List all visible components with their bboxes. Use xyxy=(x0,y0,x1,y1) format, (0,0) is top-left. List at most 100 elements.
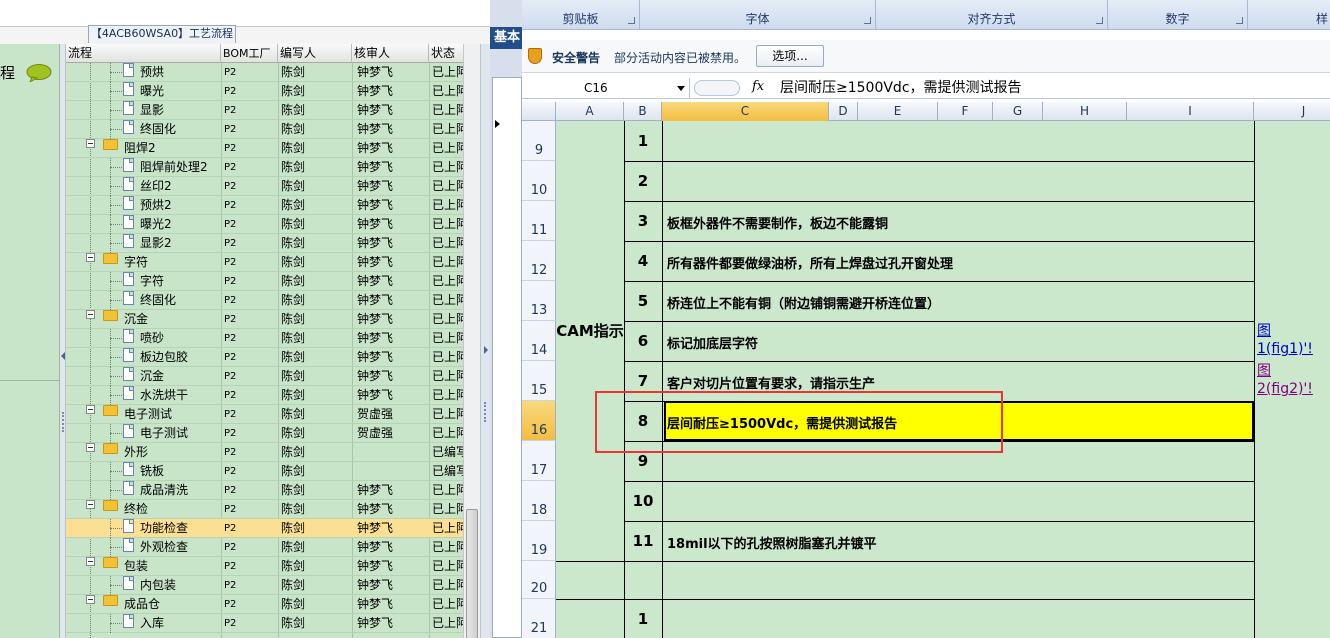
scrollbar-thumb[interactable] xyxy=(466,509,478,638)
spreadsheet-grid[interactable]: CAM指示 9 1 10 2 11 3 板框外器件不需要制作，板边不能露铜 12 4 所有器件都要… xyxy=(522,121,1330,638)
basic-tab[interactable]: 基本 xyxy=(490,27,522,49)
chevron-down-icon[interactable] xyxy=(677,86,685,91)
tree-row[interactable]: 喷砂 P2 陈剑 钟梦飞 已上阿 xyxy=(66,329,463,348)
ribbon-group-styles[interactable]: 样 xyxy=(1248,0,1330,30)
col-header-status[interactable]: 状态 xyxy=(429,44,463,63)
tree-row[interactable]: 曝光2 P2 陈剑 钟梦飞 已上阿 xyxy=(66,215,463,234)
row-header[interactable]: 14 xyxy=(522,321,556,361)
instruction-cell[interactable]: 桥连位上不能有铜（附边铺铜需避开桥连位置） xyxy=(667,293,940,312)
tree-row[interactable]: 成品清洗 P2 陈剑 钟梦飞 已上阿 xyxy=(66,481,463,500)
item-number-cell[interactable]: 1 xyxy=(624,610,662,628)
row-header[interactable]: 12 xyxy=(522,241,556,281)
tree-row[interactable]: 电子测试 P2 陈剑 贺虚强 已上阿 xyxy=(66,424,463,443)
dialog-launcher-icon[interactable] xyxy=(628,17,635,24)
tree-folder-row[interactable]: 外形 P2 陈剑 已编写 xyxy=(66,443,463,462)
figure-hyperlink[interactable]: 图 2(fig2)'! xyxy=(1257,362,1313,398)
row-header[interactable]: 19 xyxy=(522,521,556,561)
ribbon-group-font[interactable]: 字体 xyxy=(640,0,876,30)
item-number-cell[interactable]: 7 xyxy=(624,372,662,390)
tree-folder-row[interactable]: 阻焊2 P2 陈剑 钟梦飞 已上阿 xyxy=(66,139,463,158)
item-number-cell[interactable]: 11 xyxy=(624,532,662,550)
name-box[interactable]: C16 xyxy=(522,78,690,99)
collapse-right-arrow-icon[interactable] xyxy=(484,346,488,354)
instruction-cell[interactable]: 客户对切片位置有要求，请指示生产 xyxy=(667,373,875,392)
row-header[interactable]: 13 xyxy=(522,281,556,321)
tree-row[interactable]: 阻焊前处理2 P2 陈剑 钟梦飞 已上阿 xyxy=(66,158,463,177)
row-header[interactable]: 15 xyxy=(522,361,556,401)
comment-bubble-icon[interactable] xyxy=(26,64,52,82)
collapse-icon[interactable] xyxy=(86,405,95,414)
formula-input[interactable]: 层间耐压≥1500Vdc，需提供测试报告 xyxy=(780,78,1022,98)
tree-row[interactable]: 铣板 P2 陈剑 已编写 xyxy=(66,462,463,481)
process-flow-tab[interactable]: 【4ACB60WSA0】工艺流程 xyxy=(88,25,236,43)
tree-row[interactable]: 外观检查 P2 陈剑 钟梦飞 已上阿 xyxy=(66,538,463,557)
dialog-launcher-icon[interactable] xyxy=(1236,17,1243,24)
tree-folder-row[interactable]: 电子测试 P2 陈剑 贺虚强 已上阿 xyxy=(66,405,463,424)
options-button[interactable]: 选项... xyxy=(756,45,824,67)
collapse-icon[interactable] xyxy=(86,253,95,262)
item-number-cell[interactable]: 2 xyxy=(624,172,662,190)
column-header-e[interactable]: E xyxy=(858,102,938,121)
tree-row[interactable]: 板边包胶 P2 陈剑 钟梦飞 已上阿 xyxy=(66,348,463,367)
row-header[interactable]: 18 xyxy=(522,481,556,521)
tree-folder-row[interactable]: 终检 P2 陈剑 钟梦飞 已上阿 xyxy=(66,500,463,519)
fx-icon[interactable]: fx xyxy=(752,79,764,94)
column-header-f[interactable]: F xyxy=(938,102,993,121)
formula-bar-toggle[interactable] xyxy=(694,80,740,96)
item-number-cell[interactable]: 4 xyxy=(624,252,662,270)
ribbon-group-clipboard[interactable]: 剪贴板 xyxy=(522,0,640,30)
column-header-b[interactable]: B xyxy=(624,102,662,121)
column-header-g[interactable]: G xyxy=(993,102,1043,121)
column-header-c[interactable]: C xyxy=(662,102,829,121)
ribbon-group-alignment[interactable]: 对齐方式 xyxy=(876,0,1108,30)
tree-row[interactable]: 沉金 P2 陈剑 钟梦飞 已上阿 xyxy=(66,367,463,386)
tree-row[interactable]: 入库 P2 陈剑 钟梦飞 已上阿 xyxy=(66,614,463,633)
column-header-j[interactable]: J xyxy=(1254,102,1330,121)
instruction-cell[interactable]: 所有器件都要做绿油桥，所有上焊盘过孔开窗处理 xyxy=(667,253,953,272)
tree-row[interactable]: 曝光 P2 陈剑 钟梦飞 已上阿 xyxy=(66,82,463,101)
column-header-i[interactable]: I xyxy=(1127,102,1254,121)
tree-folder-row[interactable]: 沉金 P2 陈剑 钟梦飞 已上阿 xyxy=(66,310,463,329)
tree-row[interactable]: 终固化 P2 陈剑 钟梦飞 已上阿 xyxy=(66,291,463,310)
tree-row[interactable]: 功能检查 P2 陈剑 钟梦飞 已上阿 xyxy=(66,519,463,538)
item-number-cell[interactable]: 3 xyxy=(624,212,662,230)
column-header-d[interactable]: D xyxy=(829,102,858,121)
item-number-cell[interactable]: 10 xyxy=(624,492,662,510)
item-number-cell[interactable]: 6 xyxy=(624,332,662,350)
item-number-cell[interactable]: 9 xyxy=(624,452,662,470)
collapse-icon[interactable] xyxy=(86,310,95,319)
collapse-icon[interactable] xyxy=(86,443,95,452)
tree-row[interactable]: 内包装 P2 陈剑 钟梦飞 已上阿 xyxy=(66,576,463,595)
hyperlink-line[interactable]: 1(fig1)'! xyxy=(1257,340,1313,358)
row-header[interactable]: 21 xyxy=(522,599,556,638)
row-header[interactable]: 10 xyxy=(522,161,556,201)
tree-row[interactable]: 预烘 P2 陈剑 钟梦飞 已上阿 xyxy=(66,63,463,82)
row-header[interactable]: 20 xyxy=(522,561,556,599)
hyperlink-line[interactable]: 图 xyxy=(1257,362,1313,380)
instruction-cell[interactable]: 标记加底层字符 xyxy=(667,333,758,352)
tree-folder-row[interactable]: 包装 P2 陈剑 钟梦飞 已上阿 xyxy=(66,557,463,576)
tree-row[interactable]: 字符 P2 陈剑 钟梦飞 已上阿 xyxy=(66,272,463,291)
ribbon-group-number[interactable]: 数字 xyxy=(1108,0,1248,30)
tree-row[interactable]: 水洗烘干 P2 陈剑 钟梦飞 已上阿 xyxy=(66,386,463,405)
row-header[interactable]: 17 xyxy=(522,441,556,481)
select-all-corner[interactable] xyxy=(522,102,556,121)
collapse-icon[interactable] xyxy=(86,139,95,148)
hyperlink-line[interactable]: 2(fig2)'! xyxy=(1257,380,1313,398)
collapse-left-arrow-icon[interactable] xyxy=(61,352,65,360)
left-vertical-scrollbar[interactable] xyxy=(463,44,480,638)
row-header[interactable]: 16 xyxy=(522,401,556,441)
tree-row[interactable]: 丝印2 P2 陈剑 钟梦飞 已上阿 xyxy=(66,177,463,196)
item-number-cell[interactable]: 5 xyxy=(624,292,662,310)
col-header-bom[interactable]: BOM工厂 xyxy=(221,44,278,63)
hyperlink-line[interactable]: 图 xyxy=(1257,322,1313,340)
tree-row[interactable]: 预烘2 P2 陈剑 钟梦飞 已上阿 xyxy=(66,196,463,215)
row-header[interactable]: 11 xyxy=(522,201,556,241)
dialog-launcher-icon[interactable] xyxy=(1096,17,1103,24)
column-header-a[interactable]: A xyxy=(556,102,624,121)
collapse-icon[interactable] xyxy=(86,500,95,509)
instruction-cell[interactable]: 18mil以下的孔按照树脂塞孔并镀平 xyxy=(667,533,877,552)
tree-row[interactable]: 显影 P2 陈剑 钟梦飞 已上阿 xyxy=(66,101,463,120)
item-number-cell[interactable]: 1 xyxy=(624,132,662,150)
tree-row[interactable]: 终固化 P2 陈剑 钟梦飞 已上阿 xyxy=(66,120,463,139)
